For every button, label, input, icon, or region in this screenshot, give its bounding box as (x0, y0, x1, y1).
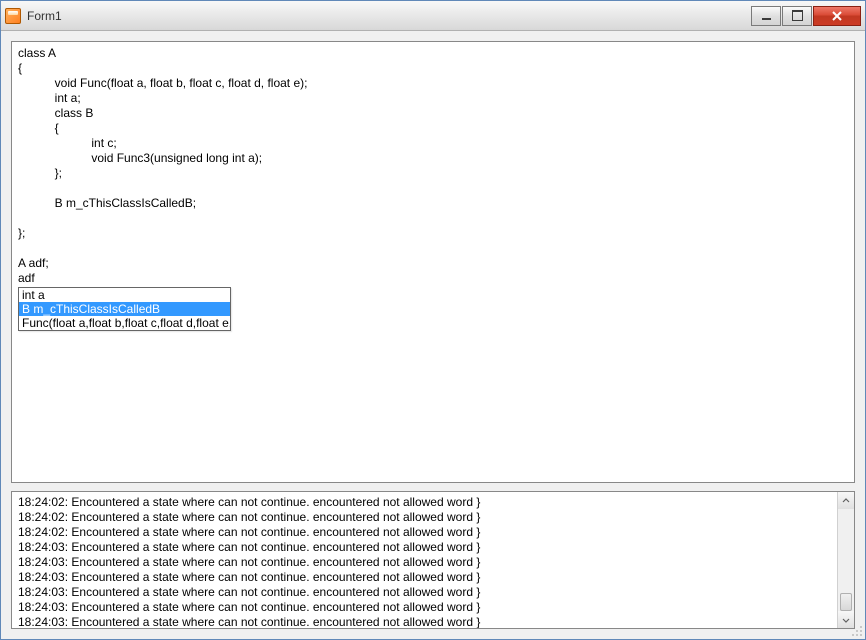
log-time: 18:24:03 (18, 570, 65, 584)
log-entry: 18:24:03: Encountered a state where can … (18, 585, 848, 600)
log-entry: 18:24:03: Encountered a state where can … (18, 555, 848, 570)
log-entry: 18:24:02: Encountered a state where can … (18, 525, 848, 540)
autocomplete-item[interactable]: int a (19, 288, 230, 302)
window-title: Form1 (27, 9, 62, 23)
autocomplete-item[interactable]: Func(float a,float b,float c,float d,flo… (19, 316, 230, 330)
code-editor[interactable]: class A { void Func(float a, float b, fl… (11, 41, 855, 483)
log-time: 18:24:03 (18, 540, 65, 554)
scroll-thumb[interactable] (840, 593, 852, 611)
maximize-button[interactable] (782, 6, 812, 26)
log-time: 18:24:03 (18, 600, 65, 614)
log-entry: 18:24:03: Encountered a state where can … (18, 600, 848, 615)
log-entry: 18:24:02: Encountered a state where can … (18, 495, 848, 510)
close-icon (831, 10, 843, 22)
log-message: Encountered a state where can not contin… (71, 570, 480, 584)
scroll-up-button[interactable] (838, 492, 854, 509)
chevron-up-icon (842, 497, 850, 505)
close-button[interactable] (813, 6, 861, 26)
log-content: 18:24:02: Encountered a state where can … (12, 492, 854, 629)
window-controls (751, 6, 861, 26)
log-message: Encountered a state where can not contin… (71, 555, 480, 569)
log-message: Encountered a state where can not contin… (71, 615, 480, 629)
log-entry: 18:24:03: Encountered a state where can … (18, 615, 848, 629)
log-message: Encountered a state where can not contin… (71, 525, 480, 539)
log-message: Encountered a state where can not contin… (71, 495, 480, 509)
log-message: Encountered a state where can not contin… (71, 600, 480, 614)
log-entry: 18:24:03: Encountered a state where can … (18, 570, 848, 585)
editor-content[interactable]: class A { void Func(float a, float b, fl… (12, 42, 854, 290)
app-icon (5, 8, 21, 24)
log-panel[interactable]: 18:24:02: Encountered a state where can … (11, 491, 855, 629)
resize-grip[interactable] (849, 623, 865, 639)
log-entry: 18:24:03: Encountered a state where can … (18, 540, 848, 555)
grip-icon (849, 623, 865, 639)
titlebar[interactable]: Form1 (1, 1, 865, 31)
log-entry: 18:24:02: Encountered a state where can … (18, 510, 848, 525)
log-time: 18:24:03 (18, 555, 65, 569)
log-time: 18:24:03 (18, 585, 65, 599)
log-message: Encountered a state where can not contin… (71, 540, 480, 554)
app-window: Form1 class A { void Func(float a, float… (0, 0, 866, 640)
log-time: 18:24:02 (18, 510, 65, 524)
log-message: Encountered a state where can not contin… (71, 510, 480, 524)
log-message: Encountered a state where can not contin… (71, 585, 480, 599)
client-area: class A { void Func(float a, float b, fl… (1, 31, 865, 639)
log-time: 18:24:03 (18, 615, 65, 629)
log-time: 18:24:02 (18, 495, 65, 509)
autocomplete-item[interactable]: B m_cThisClassIsCalledB (19, 302, 230, 316)
log-time: 18:24:02 (18, 525, 65, 539)
minimize-button[interactable] (751, 6, 781, 26)
log-scrollbar[interactable] (837, 492, 854, 628)
titlebar-left: Form1 (5, 8, 62, 24)
autocomplete-popup[interactable]: int aB m_cThisClassIsCalledBFunc(float a… (18, 287, 231, 331)
scroll-track[interactable] (838, 509, 854, 611)
